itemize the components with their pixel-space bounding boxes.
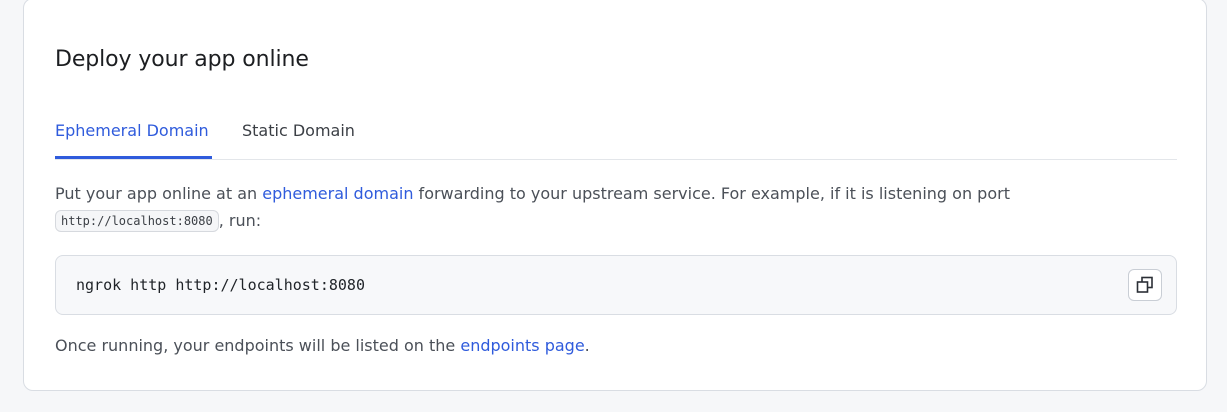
ephemeral-domain-link[interactable]: ephemeral domain: [262, 184, 413, 203]
domain-tabs: Ephemeral Domain Static Domain: [55, 119, 1177, 160]
port-code: http://localhost:8080: [55, 210, 219, 232]
instructions-text-part1: Put your app online at an: [55, 184, 263, 203]
endpoints-note-part2: .: [584, 336, 590, 355]
tab-ephemeral-domain[interactable]: Ephemeral Domain: [55, 119, 212, 159]
copy-button[interactable]: [1128, 269, 1162, 301]
endpoints-note-part1: Once running, your endpoints will be lis…: [55, 336, 461, 355]
command-text: ngrok http http://localhost:8080: [76, 276, 365, 294]
tab-static-domain[interactable]: Static Domain: [242, 119, 355, 159]
instructions-text: Put your app online at an ephemeral doma…: [55, 180, 1155, 234]
endpoints-page-link[interactable]: endpoints page: [460, 336, 584, 355]
deploy-card: Deploy your app online Ephemeral Domain …: [23, 0, 1207, 391]
command-block: ngrok http http://localhost:8080: [55, 255, 1177, 315]
section-title: Deploy your app online: [55, 47, 309, 72]
instructions-text-part2: forwarding to your upstream service. For…: [413, 184, 1010, 203]
endpoints-note: Once running, your endpoints will be lis…: [55, 336, 590, 355]
instructions-text-part3: , run:: [218, 211, 262, 230]
copy-icon: [1136, 276, 1153, 293]
